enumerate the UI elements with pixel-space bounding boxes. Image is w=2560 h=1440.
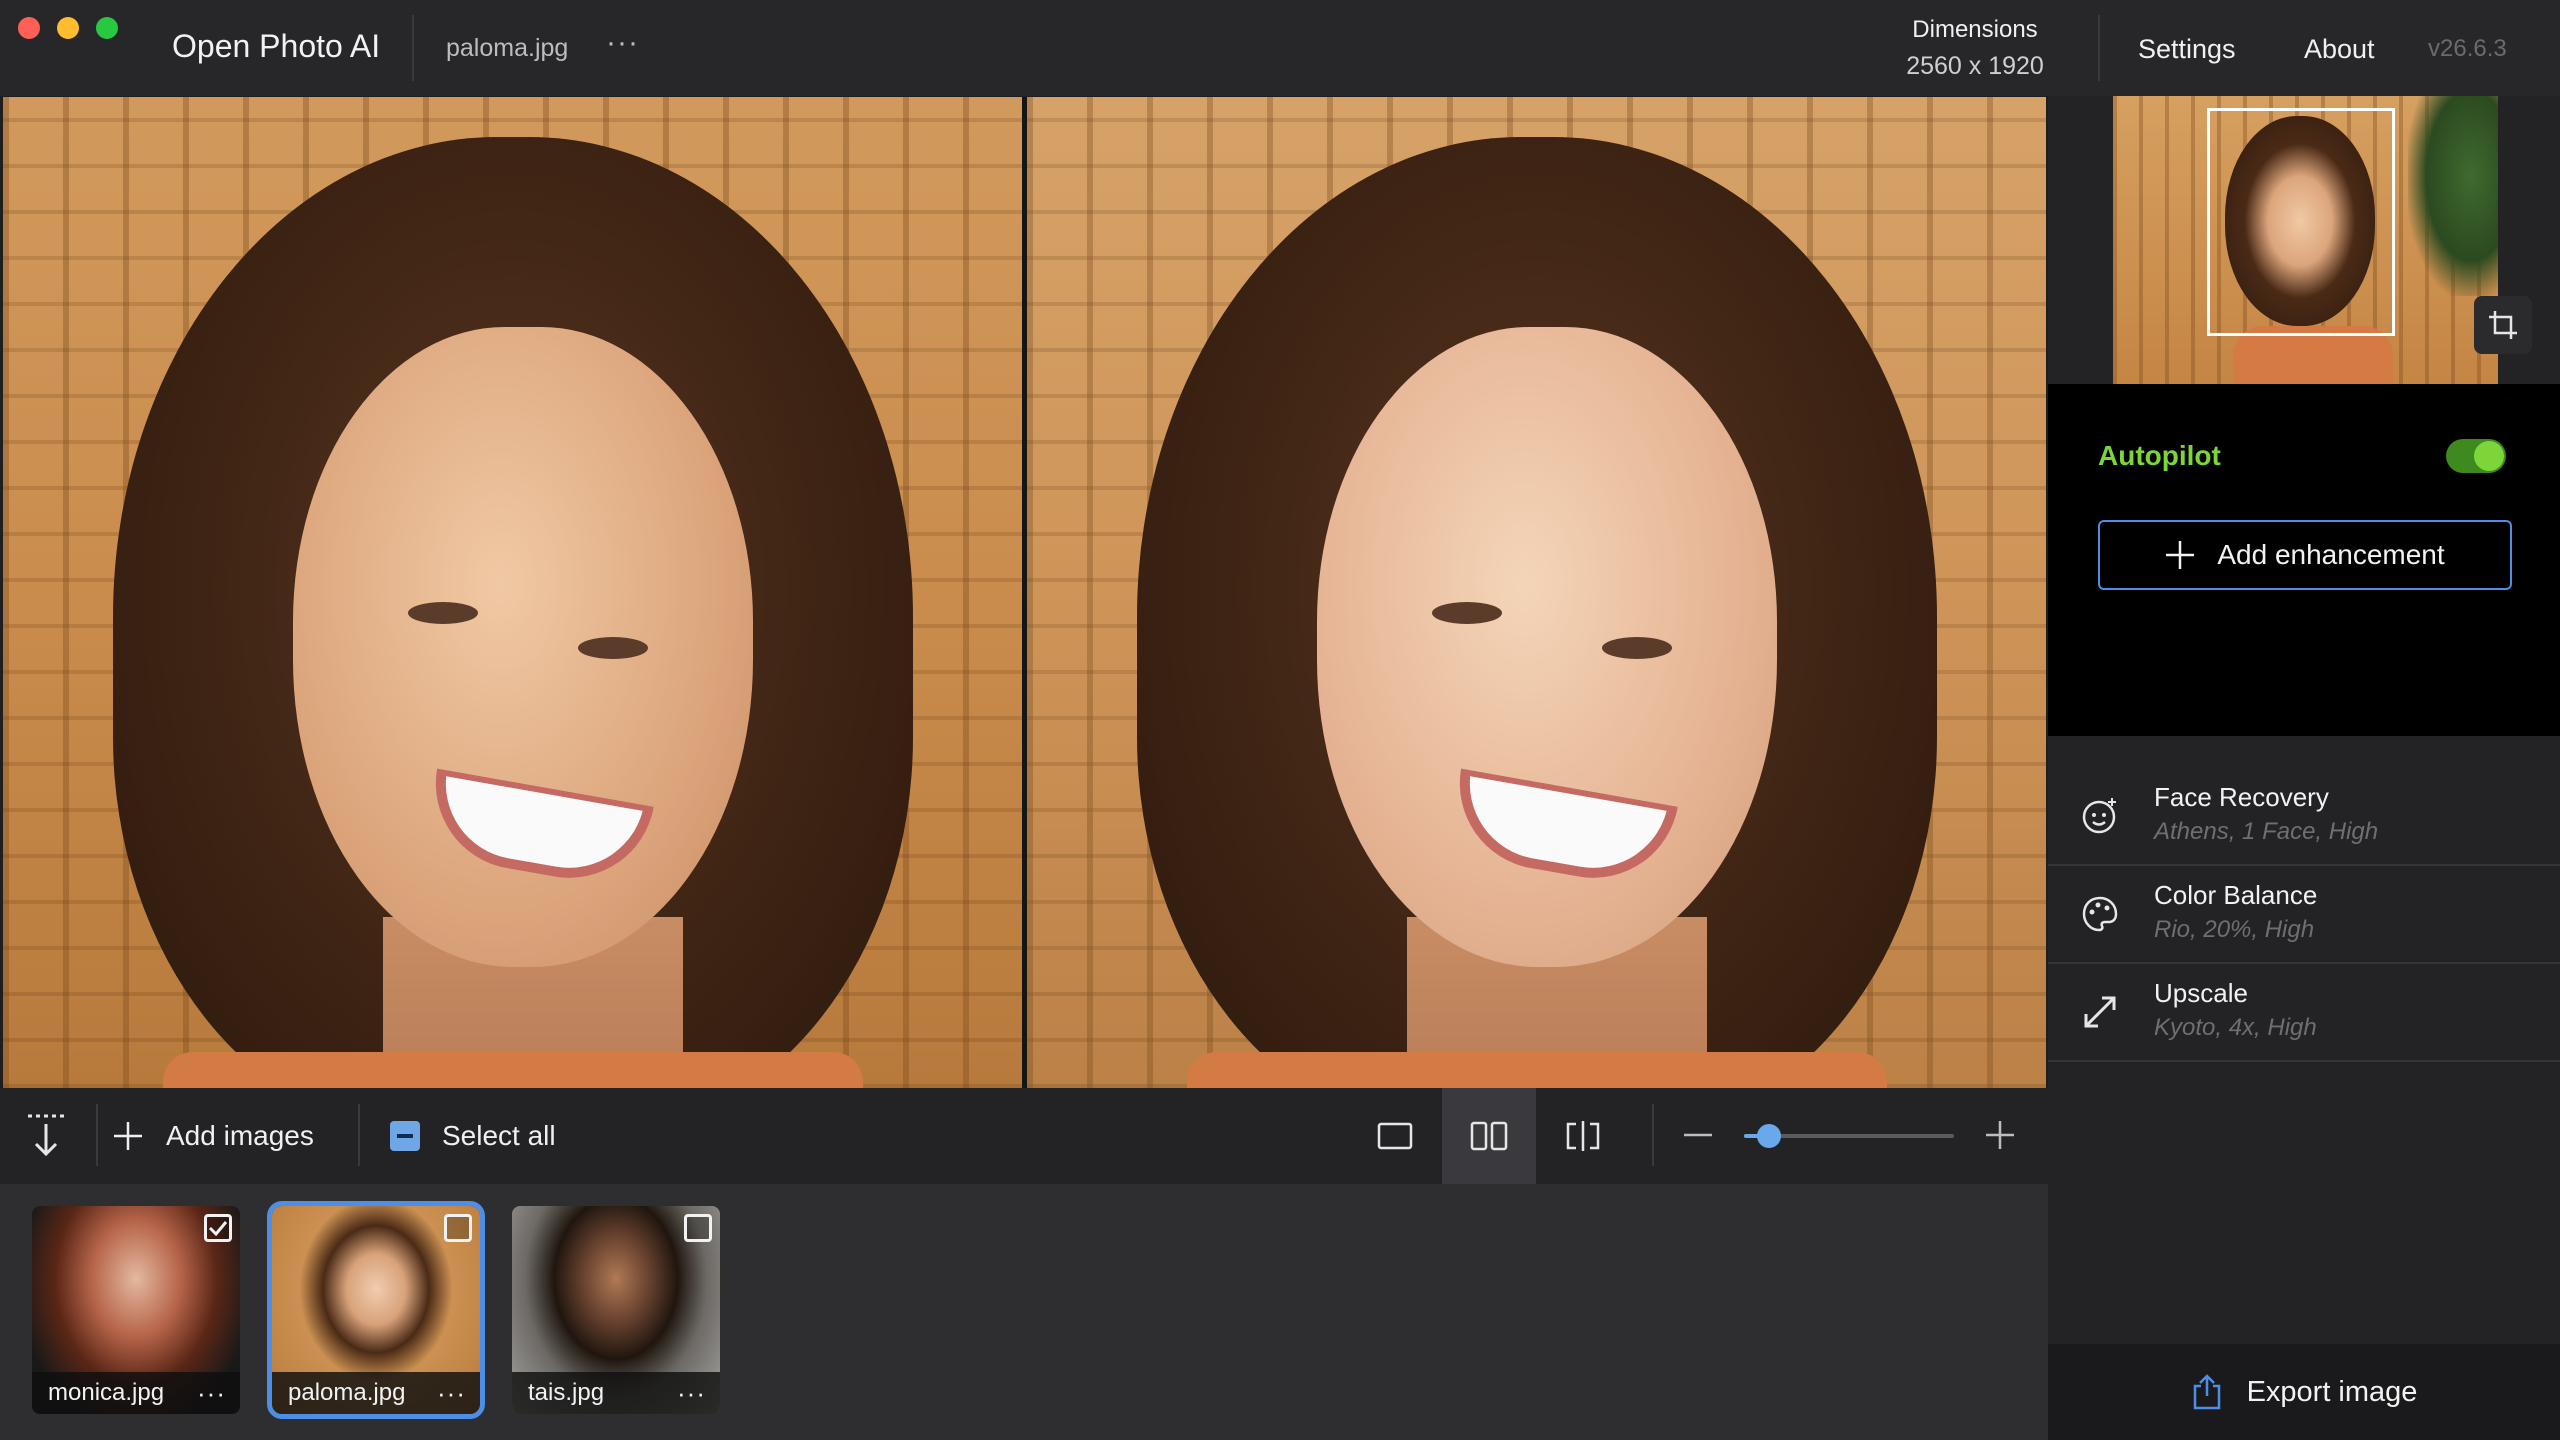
enhancement-settings: Athens, 1 Face, High bbox=[2154, 818, 2379, 845]
enhancement-title: Color Balance bbox=[2154, 880, 2318, 910]
toolbar-divider bbox=[358, 1104, 360, 1166]
thumbnail-more-button[interactable]: ··· bbox=[677, 1378, 706, 1409]
side-by-side-view-button[interactable] bbox=[1442, 1088, 1536, 1184]
add-enhancement-button[interactable]: Add enhancement bbox=[2098, 520, 2512, 590]
toolbar-divider bbox=[96, 1104, 98, 1166]
plus-icon bbox=[114, 1122, 142, 1150]
navigator-thumbnail[interactable] bbox=[2113, 96, 2498, 384]
enhancement-settings: Kyoto, 4x, High bbox=[2154, 1014, 2317, 1041]
indeterminate-checkbox-icon bbox=[390, 1121, 420, 1151]
enhancement-upscale[interactable]: Upscale Kyoto, 4x, High bbox=[2048, 964, 2560, 1062]
thumbnail-tais[interactable]: tais.jpg ··· bbox=[512, 1206, 720, 1414]
crop-icon bbox=[2489, 311, 2517, 339]
plus-icon bbox=[1986, 1121, 2014, 1149]
thumbnail-paloma[interactable]: paloma.jpg ··· bbox=[267, 1201, 485, 1419]
add-enhancement-label: Add enhancement bbox=[2217, 539, 2445, 570]
select-all-label: Select all bbox=[442, 1120, 556, 1151]
version-label: v26.6.3 bbox=[2428, 35, 2507, 62]
plus-icon bbox=[2166, 541, 2195, 569]
title-divider bbox=[2098, 15, 2100, 81]
thumbnail-name: paloma.jpg bbox=[288, 1379, 406, 1406]
enhancement-title: Upscale bbox=[2154, 978, 2248, 1008]
enhancement-color-balance[interactable]: Color Balance Rio, 20%, High bbox=[2048, 866, 2560, 964]
window-maximize-button[interactable] bbox=[96, 17, 118, 39]
window-minimize-button[interactable] bbox=[57, 17, 79, 39]
title-divider bbox=[412, 15, 414, 81]
select-all-button[interactable]: Select all bbox=[390, 1108, 556, 1164]
enhancement-settings: Rio, 20%, High bbox=[2154, 916, 2315, 943]
autopilot-toggle[interactable] bbox=[2446, 439, 2506, 473]
window-close-button[interactable] bbox=[18, 17, 40, 39]
app-title: Open Photo AI bbox=[172, 28, 381, 64]
about-button[interactable]: About bbox=[2304, 34, 2375, 65]
thumbnail-checkbox[interactable] bbox=[684, 1214, 712, 1242]
thumbnail-name: tais.jpg bbox=[528, 1379, 605, 1406]
thumbnail-name: monica.jpg bbox=[48, 1379, 165, 1406]
crop-button[interactable] bbox=[2474, 296, 2532, 354]
enhancement-panel: Autopilot Add enhancement Face Recovery … bbox=[2048, 96, 2560, 1440]
title-bar: Open Photo AI paloma.jpg ··· Dimensions … bbox=[0, 0, 2560, 96]
import-icon[interactable] bbox=[24, 1110, 68, 1160]
add-images-button[interactable]: Add images bbox=[112, 1108, 314, 1164]
dimensions-label: Dimensions bbox=[1912, 16, 2038, 43]
enhanced-image-pane[interactable] bbox=[1027, 97, 2046, 1088]
dimensions-value: 2560 x 1920 bbox=[1906, 52, 2044, 80]
filmstrip: monica.jpg ··· paloma.jpg ··· tais.jpg ·… bbox=[0, 1184, 2048, 1440]
toolbar-divider bbox=[1652, 1104, 1654, 1166]
export-image-label: Export image bbox=[2246, 1375, 2418, 1408]
navigator-preview bbox=[2048, 96, 2560, 384]
compare-slider-icon bbox=[1566, 1121, 1600, 1151]
thumbnail-more-button[interactable]: ··· bbox=[197, 1378, 226, 1409]
zoom-in-button[interactable] bbox=[1982, 1112, 2018, 1158]
side-by-side-icon bbox=[1470, 1121, 1508, 1151]
navigator-viewport-rect[interactable] bbox=[2207, 108, 2395, 336]
current-file-name: paloma.jpg bbox=[446, 34, 569, 62]
enhancement-title: Face Recovery bbox=[2154, 782, 2329, 812]
plant bbox=[2408, 96, 2498, 296]
zoom-slider-handle[interactable] bbox=[1757, 1124, 1782, 1148]
thumbnail-checkbox[interactable] bbox=[444, 1214, 472, 1242]
single-view-button[interactable] bbox=[1348, 1088, 1442, 1184]
file-more-button[interactable]: ··· bbox=[606, 26, 639, 60]
slider-view-button[interactable] bbox=[1536, 1088, 1630, 1184]
original-image-pane[interactable] bbox=[3, 97, 1022, 1088]
zoom-out-button[interactable] bbox=[1680, 1112, 1716, 1158]
thumbnail-checkbox[interactable] bbox=[204, 1214, 232, 1242]
single-view-icon bbox=[1377, 1122, 1413, 1150]
thumbnail-monica[interactable]: monica.jpg ··· bbox=[32, 1206, 240, 1414]
export-image-button[interactable]: Export image bbox=[2048, 1344, 2560, 1440]
share-icon bbox=[2193, 1374, 2220, 1410]
thumbnail-more-button[interactable]: ··· bbox=[437, 1378, 466, 1409]
add-images-label: Add images bbox=[166, 1120, 314, 1151]
autopilot-label: Autopilot bbox=[2098, 440, 2221, 471]
image-toolbar: Add images Select all bbox=[0, 1088, 2048, 1184]
zoom-slider[interactable] bbox=[1744, 1124, 1954, 1148]
settings-button[interactable]: Settings bbox=[2138, 34, 2236, 65]
checkmark-icon bbox=[208, 1221, 228, 1236]
palette-icon bbox=[2080, 894, 2120, 934]
minus-icon bbox=[1684, 1133, 1712, 1137]
face-icon bbox=[2080, 796, 2120, 836]
enhancement-face-recovery[interactable]: Face Recovery Athens, 1 Face, High bbox=[2048, 768, 2560, 866]
autopilot-section: Autopilot Add enhancement bbox=[2048, 384, 2560, 736]
expand-icon bbox=[2080, 992, 2120, 1032]
